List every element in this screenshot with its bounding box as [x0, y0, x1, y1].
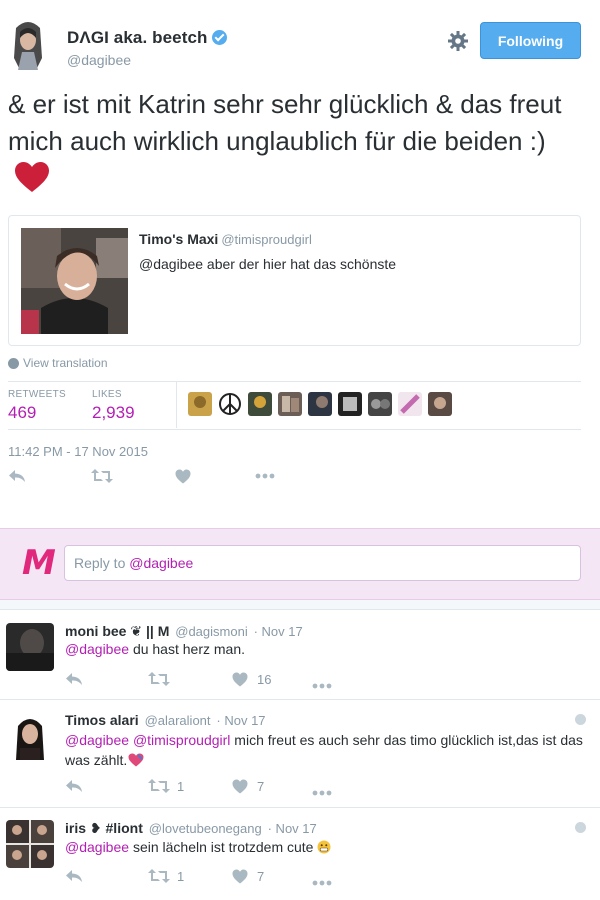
reply-author-name[interactable]: moni bee ❦ || M [65, 623, 169, 639]
liker-avatar[interactable] [278, 392, 302, 416]
reply-tweet[interactable]: Timos alari @alaraliont · Nov 17 @dagibe… [0, 700, 600, 808]
reply-tweet[interactable]: iris ❥ #liont @lovetubeonegang · Nov 17 … [0, 808, 600, 900]
reply-author-row[interactable]: Timos alari @alaraliont · Nov 17 [65, 712, 266, 728]
author-name[interactable]: DΛGI aka. beetch [67, 28, 208, 47]
reply-author-handle[interactable]: @dagismoni [175, 624, 247, 639]
reply-author-name[interactable]: Timos alari [65, 712, 139, 728]
liker-avatar[interactable] [338, 392, 362, 416]
reply-text: @dagibee sein lächeln ist trotzdem cute [65, 837, 585, 859]
more-icon[interactable] [312, 783, 332, 801]
divider [8, 381, 581, 382]
reply-date[interactable]: · Nov 17 [268, 821, 317, 836]
following-button[interactable]: Following [480, 22, 581, 59]
reply-author-handle[interactable]: @lovetubeonegang [149, 821, 262, 836]
retweets-count[interactable]: 469 [8, 403, 36, 423]
view-translation-label[interactable]: View translation [23, 356, 108, 370]
like-count[interactable]: 16 [257, 672, 271, 687]
view-translation-link[interactable]: View translation [8, 356, 108, 370]
quoted-tweet-image[interactable] [21, 228, 128, 334]
reply-mention[interactable]: @dagibee [65, 732, 129, 748]
tweet-timestamp[interactable]: 11:42 PM - 17 Nov 2015 [8, 444, 148, 459]
reply-actions: 1 7 [65, 868, 365, 886]
reply-date[interactable]: · Nov 17 [216, 713, 265, 728]
reply-icon[interactable] [8, 468, 26, 484]
reply-input[interactable]: Reply to @dagibee [64, 545, 581, 581]
retweet-icon[interactable] [148, 868, 170, 889]
like-icon[interactable] [232, 779, 248, 799]
reply-icon[interactable] [65, 778, 83, 799]
reply-icon[interactable] [65, 868, 83, 889]
tweet-text: & er ist mit Katrin sehr sehr glücklich … [8, 86, 588, 203]
liker-avatar[interactable] [188, 392, 212, 416]
author-name-row[interactable]: DΛGI aka. beetch [67, 28, 227, 48]
heart-icon [128, 752, 144, 772]
reply-actions: 16 [65, 671, 365, 689]
reply-body: sein lächeln ist trotzdem cute [132, 839, 314, 855]
divider [8, 429, 581, 430]
reply-placeholder-prefix: Reply to [74, 555, 126, 571]
quoted-tweet-card[interactable]: Timo's Maxi @timisproudgirl @dagibee aber… [8, 215, 581, 346]
more-icon[interactable] [312, 873, 332, 891]
reply-actions: 1 7 [65, 778, 365, 796]
globe-icon [575, 714, 586, 725]
liker-avatar[interactable] [308, 392, 332, 416]
liker-avatar[interactable] [368, 392, 392, 416]
liker-avatar[interactable] [248, 392, 272, 416]
avatar[interactable] [6, 712, 54, 760]
reply-author-name[interactable]: iris ❥ #liont [65, 820, 143, 836]
divider [0, 600, 600, 610]
reply-date[interactable]: · Nov 17 [254, 624, 303, 639]
like-icon[interactable] [232, 869, 248, 889]
likes-label: LIKES [92, 389, 122, 400]
verified-badge-icon [211, 30, 227, 45]
quoted-author-row[interactable]: Timo's Maxi @timisproudgirl [139, 231, 312, 247]
reply-icon[interactable] [65, 671, 83, 692]
retweet-count[interactable]: 1 [177, 869, 184, 884]
retweet-icon[interactable] [91, 468, 113, 484]
liker-avatar[interactable] [218, 392, 242, 416]
user-avatar-m-logo[interactable]: M [22, 546, 56, 580]
reply-placeholder-mention: @dagibee [129, 555, 194, 571]
globe-icon [575, 822, 586, 833]
like-count[interactable]: 7 [257, 779, 264, 794]
like-icon[interactable] [232, 672, 248, 692]
avatar[interactable] [6, 623, 54, 671]
reply-author-row[interactable]: iris ❥ #liont @lovetubeonegang · Nov 17 [65, 820, 317, 837]
heart-icon [14, 161, 50, 203]
avatar[interactable] [6, 820, 54, 868]
reply-tweet[interactable]: moni bee ❦ || M @dagismoni · Nov 17 @dag… [0, 611, 600, 700]
grin-emoji-icon [317, 839, 331, 859]
quoted-author-handle[interactable]: @timisproudgirl [221, 232, 312, 247]
reply-text: @dagibee du hast herz man. [65, 639, 585, 659]
divider [176, 382, 177, 428]
reply-mention[interactable]: @dagibee [65, 641, 129, 657]
retweets-label: RETWEETS [8, 389, 66, 400]
liker-avatars [188, 392, 452, 416]
reply-author-handle[interactable]: @alaraliont [145, 713, 211, 728]
tweet-body: & er ist mit Katrin sehr sehr glücklich … [8, 89, 562, 156]
retweet-icon[interactable] [148, 778, 170, 799]
quoted-author-name[interactable]: Timo's Maxi [139, 231, 218, 247]
author-handle[interactable]: @dagibee [67, 52, 131, 68]
retweet-icon[interactable] [148, 671, 170, 692]
globe-icon [8, 357, 19, 369]
more-icon[interactable] [255, 473, 275, 479]
quoted-tweet-text: @dagibee aber der hier hat das schönste [139, 256, 397, 272]
reply-mention[interactable]: @dagibee [65, 839, 129, 855]
reply-author-row[interactable]: moni bee ❦ || M @dagismoni · Nov 17 [65, 623, 303, 640]
reply-body: du hast herz man. [132, 641, 245, 657]
author-avatar[interactable] [8, 18, 48, 70]
gear-icon[interactable] [447, 30, 469, 52]
like-count[interactable]: 7 [257, 869, 264, 884]
more-icon[interactable] [312, 676, 332, 694]
like-icon[interactable] [175, 469, 191, 484]
likes-count[interactable]: 2,939 [92, 403, 135, 423]
reply-mention[interactable]: @timisproudgirl [133, 732, 230, 748]
retweet-count[interactable]: 1 [177, 779, 184, 794]
liker-avatar[interactable] [428, 392, 452, 416]
reply-text: @dagibee @timisproudgirl mich freut es a… [65, 730, 585, 772]
liker-avatar[interactable] [398, 392, 422, 416]
